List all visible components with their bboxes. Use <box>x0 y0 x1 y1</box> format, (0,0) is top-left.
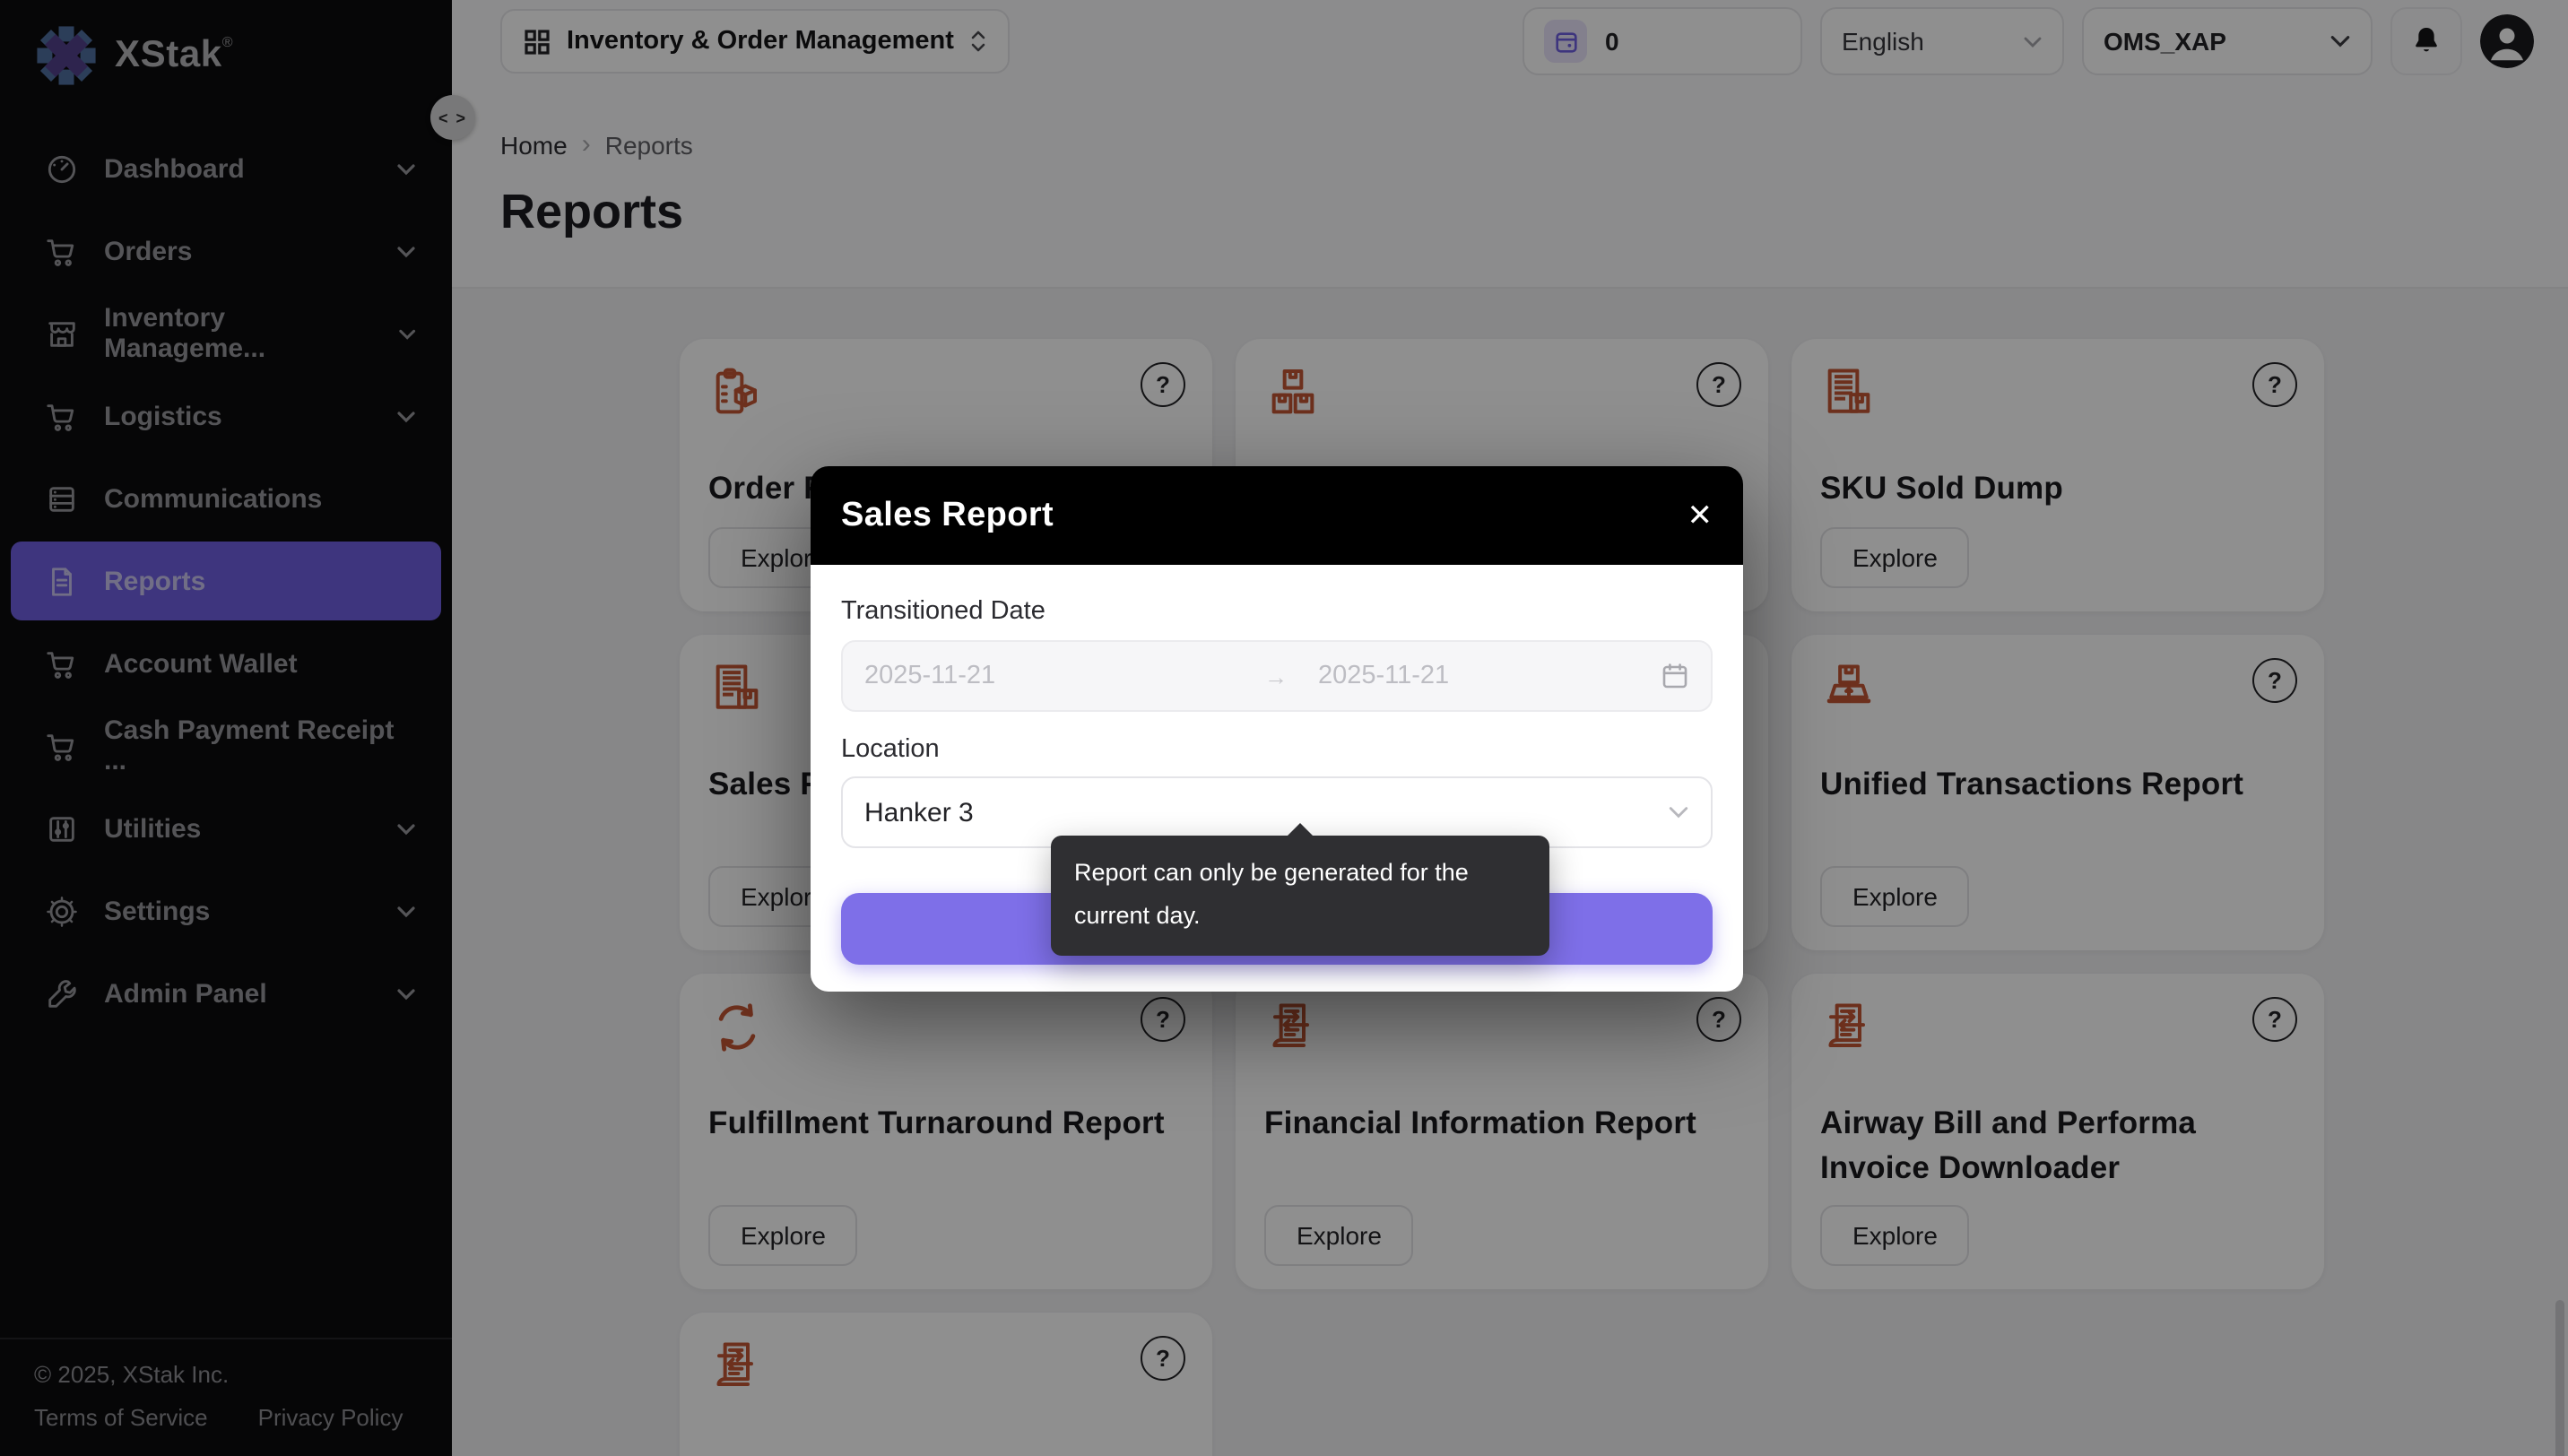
transitioned-date-label: Transitioned Date <box>841 597 1713 626</box>
sales-report-modal: Sales Report ✕ Transitioned Date 2025-11… <box>811 466 1743 992</box>
close-icon[interactable]: ✕ <box>1687 500 1713 531</box>
modal-title: Sales Report <box>841 496 1054 535</box>
modal-header: Sales Report ✕ <box>811 466 1743 565</box>
date-from-value[interactable]: 2025-11-21 <box>864 662 1264 690</box>
date-to-value[interactable]: 2025-11-21 <box>1318 662 1661 690</box>
chevron-down-icon <box>1668 805 1689 819</box>
date-range-input[interactable]: 2025-11-21 → 2025-11-21 <box>841 640 1713 712</box>
location-value: Hanker 3 <box>864 797 974 828</box>
date-restriction-tooltip: Report can only be generated for the cur… <box>1051 836 1549 955</box>
calendar-icon <box>1661 662 1689 690</box>
app-viewport: XStak® Dashboard Orders Inventory Manage… <box>0 0 2568 1456</box>
location-label: Location <box>841 735 1713 764</box>
arrow-right-icon: → <box>1264 663 1318 689</box>
modal-body: Transitioned Date 2025-11-21 → 2025-11-2… <box>811 565 1743 992</box>
